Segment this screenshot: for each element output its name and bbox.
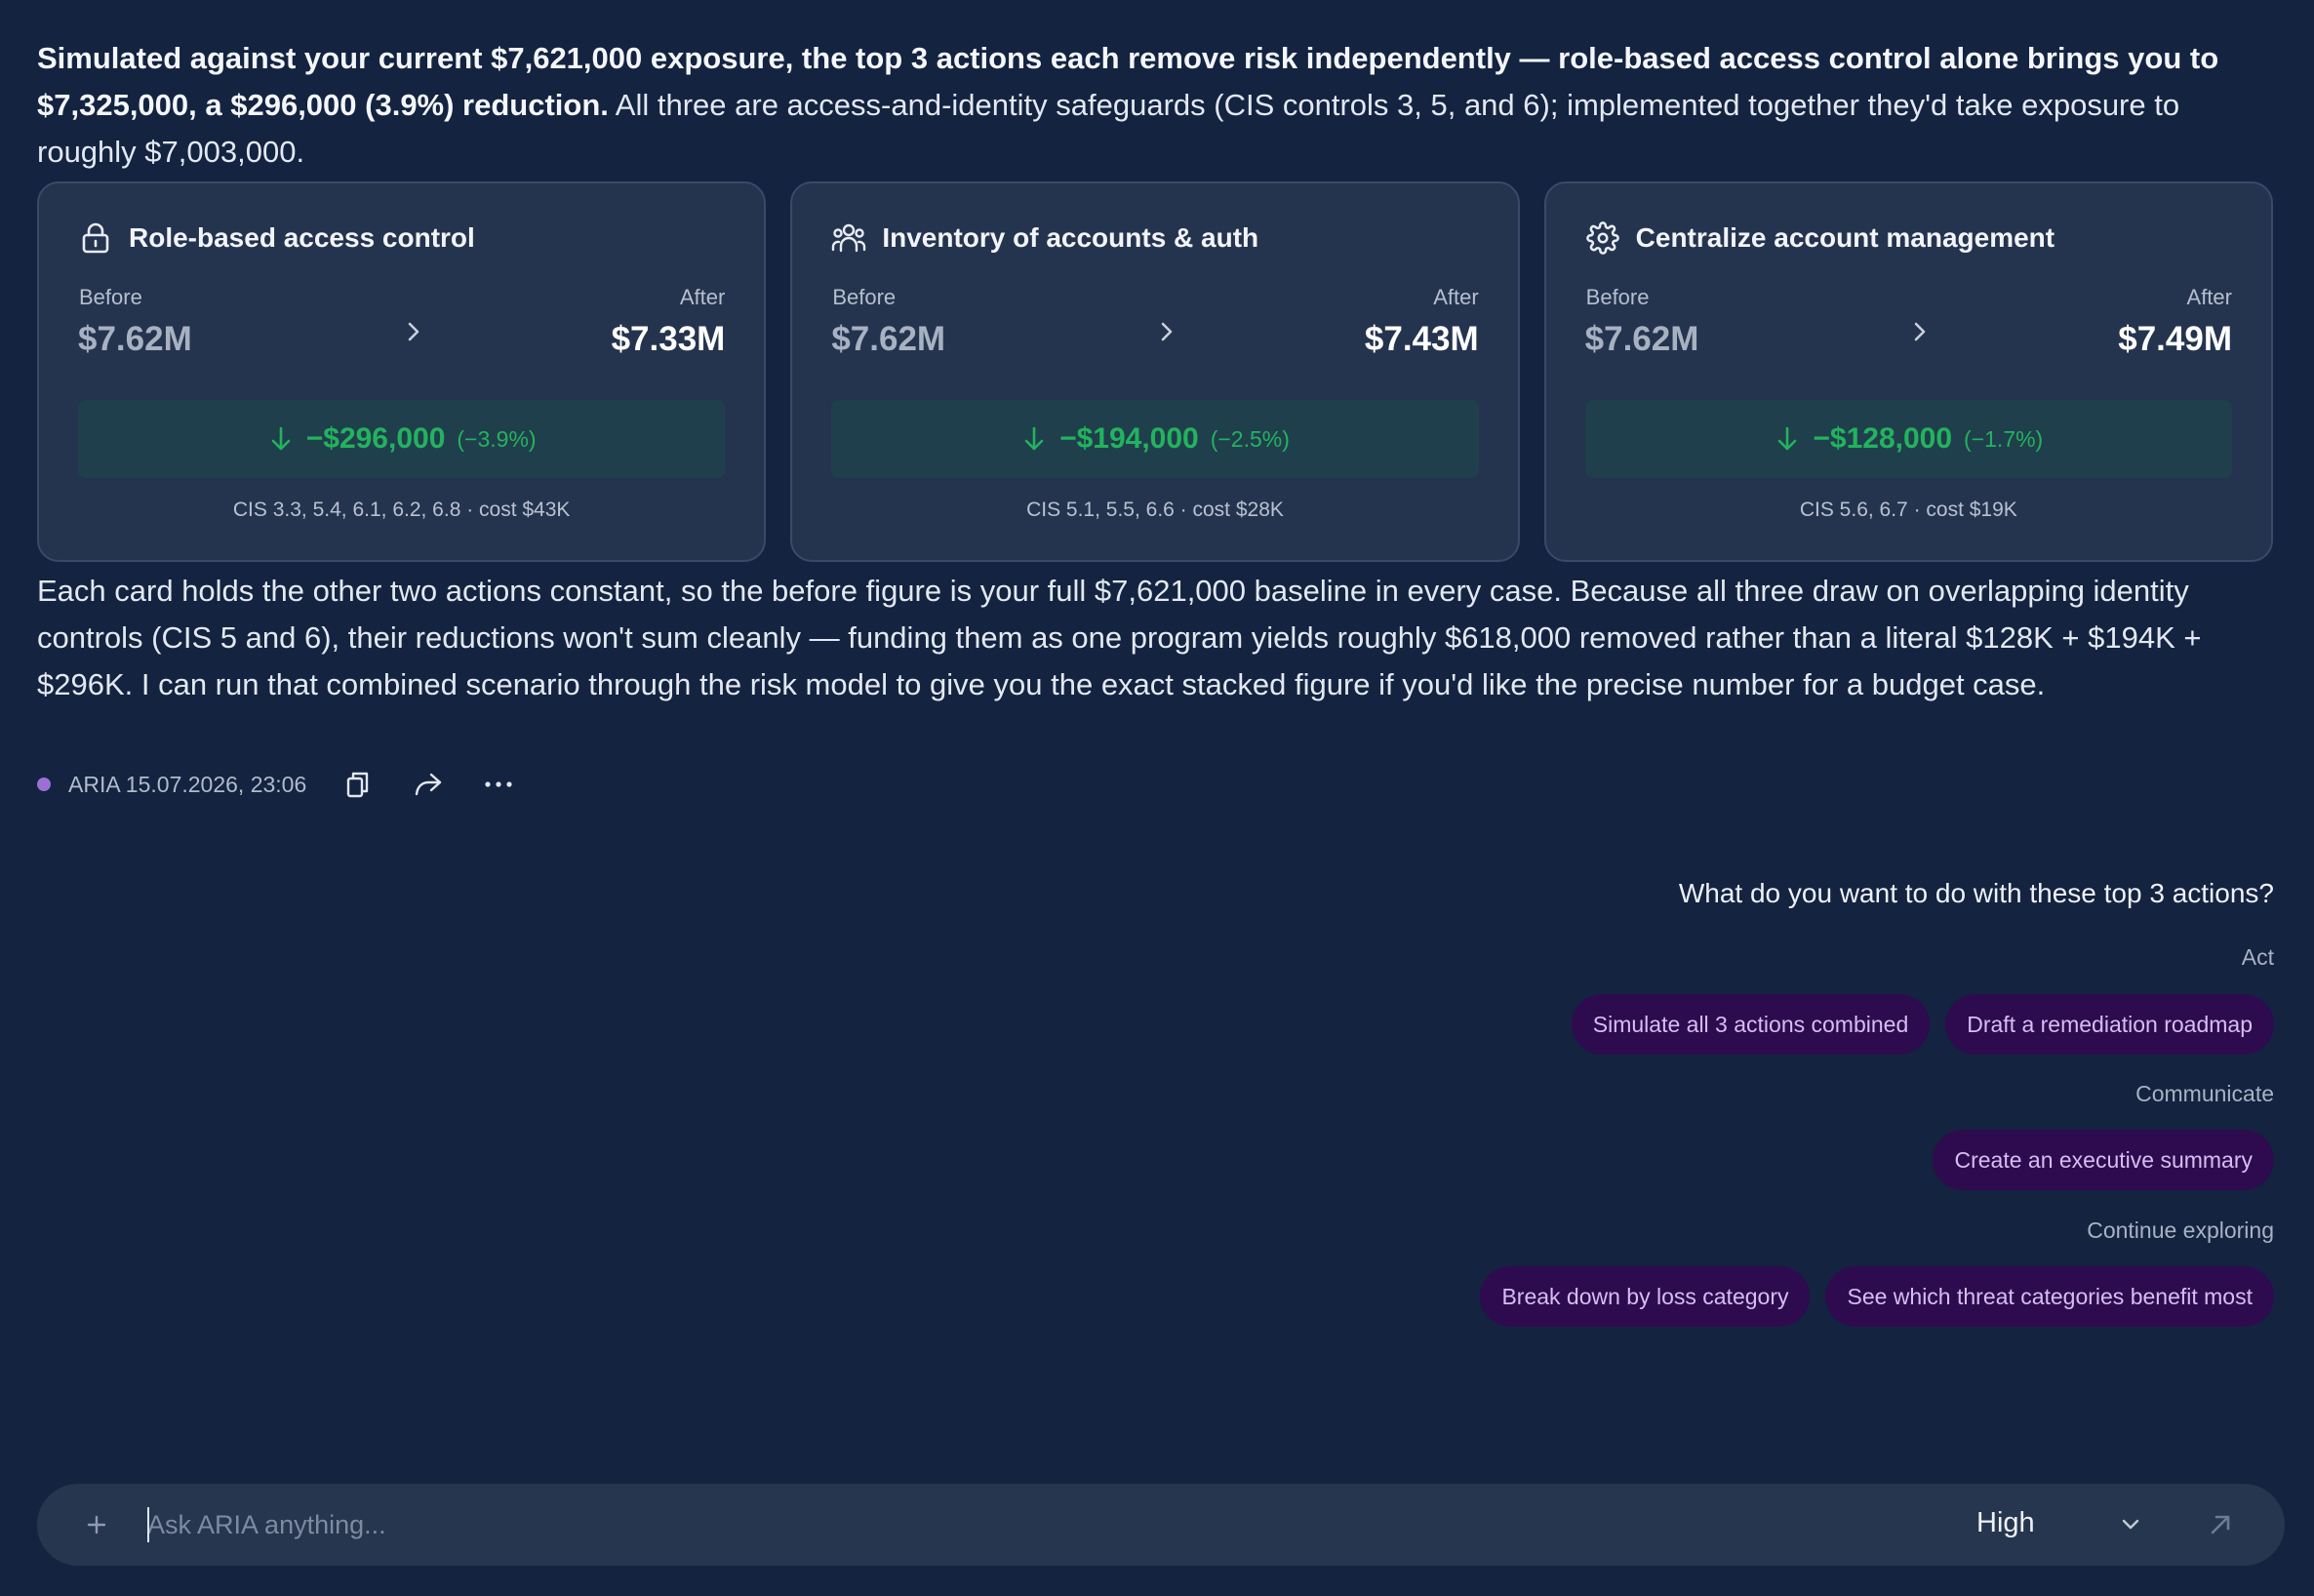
card-header: Centralize account management [1585,217,2055,259]
card-title: Inventory of accounts & auth [882,222,1259,253]
before-value: $7.62M [831,320,946,358]
chip-draft-roadmap[interactable]: Draft a remediation roadmap [1945,994,2274,1055]
effort-level-select[interactable]: High [1976,1507,2035,1539]
action-card-centralize: Centralize account management Before Aft… [1543,181,2273,562]
chip-row-communicate: Create an executive summary [1933,1130,2274,1190]
chevron-right-icon [402,310,425,353]
chip-executive-summary[interactable]: Create an executive summary [1933,1130,2274,1190]
chat-page: Simulated against your current $7,621,00… [0,0,2314,1596]
before-label: Before [79,285,142,309]
send-arrow-icon[interactable] [2201,1505,2240,1544]
status-dot [37,778,51,791]
chip-loss-category[interactable]: Break down by loss category [1480,1266,1811,1327]
arrow-down-icon [1020,423,1048,455]
reduction-amount: −$194,000 [1059,422,1199,455]
chevron-right-icon [1155,310,1178,353]
response-intro: Simulated against your current $7,621,00… [37,35,2281,176]
reduction-amount: −$128,000 [1813,422,1953,455]
card-footer: CIS 5.1, 5.5, 6.6 · cost $28K [1026,499,1284,521]
before-label: Before [1585,285,1650,309]
reduction-percent: (−1.7%) [1964,425,2044,452]
group-label-communicate: Communicate [2135,1081,2274,1106]
card-footer: CIS 3.3, 5.4, 6.1, 6.2, 6.8 · cost $43K [232,499,571,521]
action-cards: Role-based access control Before After $… [37,181,2273,562]
arrow-down-icon [267,423,295,455]
card-footer: CIS 5.6, 6.7 · cost $19K [1799,499,2017,521]
before-label: Before [832,285,897,309]
users-icon [831,220,866,256]
before-value: $7.62M [1584,320,1699,358]
reduction-badge: −$128,000 (−1.7%) [1584,400,2232,478]
message-composer: High [37,1484,2285,1566]
action-card-inventory: Inventory of accounts & auth Before Afte… [790,181,1520,562]
card-header: Inventory of accounts & auth [831,217,1258,259]
message-input[interactable] [147,1497,1903,1552]
chip-simulate-combined[interactable]: Simulate all 3 actions combined [1571,994,1931,1055]
chevron-right-icon [1908,310,1932,353]
reduction-badge: −$194,000 (−2.5%) [831,400,1479,478]
chip-row-act: Simulate all 3 actions combined Draft a … [1571,994,2274,1055]
after-label: After [1433,285,1479,309]
action-card-rbac: Role-based access control Before After $… [37,181,767,562]
copy-icon[interactable] [336,765,380,804]
before-value: $7.62M [78,320,192,358]
share-icon[interactable] [406,765,451,804]
after-value: $7.33M [611,320,726,358]
reduction-percent: (−2.5%) [1210,425,1290,452]
reduction-percent: (−3.9%) [457,425,537,452]
after-value: $7.49M [2118,320,2232,358]
arrow-down-icon [1774,423,1801,455]
chevron-down-icon[interactable] [2115,1509,2146,1540]
lock-icon [78,220,113,256]
message-timestamp: ARIA 15.07.2026, 23:06 [68,771,307,797]
suggestion-question: What do you want to do with these top 3 … [1678,878,2274,908]
text-cursor [147,1507,149,1542]
gear-icon [1585,220,1620,256]
after-label: After [679,285,726,309]
reduction-badge: −$296,000 (−3.9%) [78,400,726,478]
more-icon[interactable] [476,765,521,804]
after-value: $7.43M [1364,320,1479,358]
chip-threat-categories[interactable]: See which threat categories benefit most [1825,1266,2274,1327]
group-label-continue-exploring: Continue exploring [2087,1217,2274,1243]
reduction-amount: −$296,000 [305,422,446,455]
response-body: Each card holds the other two actions co… [37,574,2202,701]
chip-row-continue-exploring: Break down by loss category See which th… [1480,1266,2274,1327]
group-label-act: Act [2241,944,2274,970]
after-label: After [2186,285,2232,309]
plus-icon[interactable] [76,1504,117,1545]
card-header: Role-based access control [78,217,475,259]
card-title: Centralize account management [1635,222,2055,253]
message-meta: ARIA 15.07.2026, 23:06 [37,765,546,804]
card-title: Role-based access control [129,222,475,253]
